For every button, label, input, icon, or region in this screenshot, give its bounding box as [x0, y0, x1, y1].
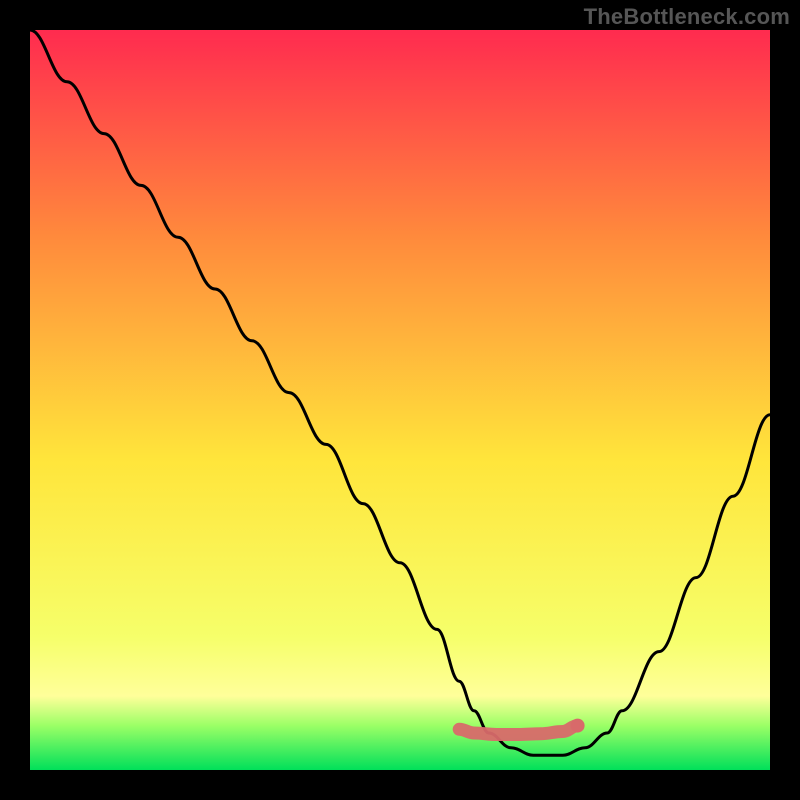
plot-area [30, 30, 770, 770]
optimal-range-end-dot [571, 719, 585, 733]
chart-svg [30, 30, 770, 770]
chart-frame: TheBottleneck.com [0, 0, 800, 800]
gradient-background [30, 30, 770, 770]
watermark-text: TheBottleneck.com [584, 4, 790, 30]
